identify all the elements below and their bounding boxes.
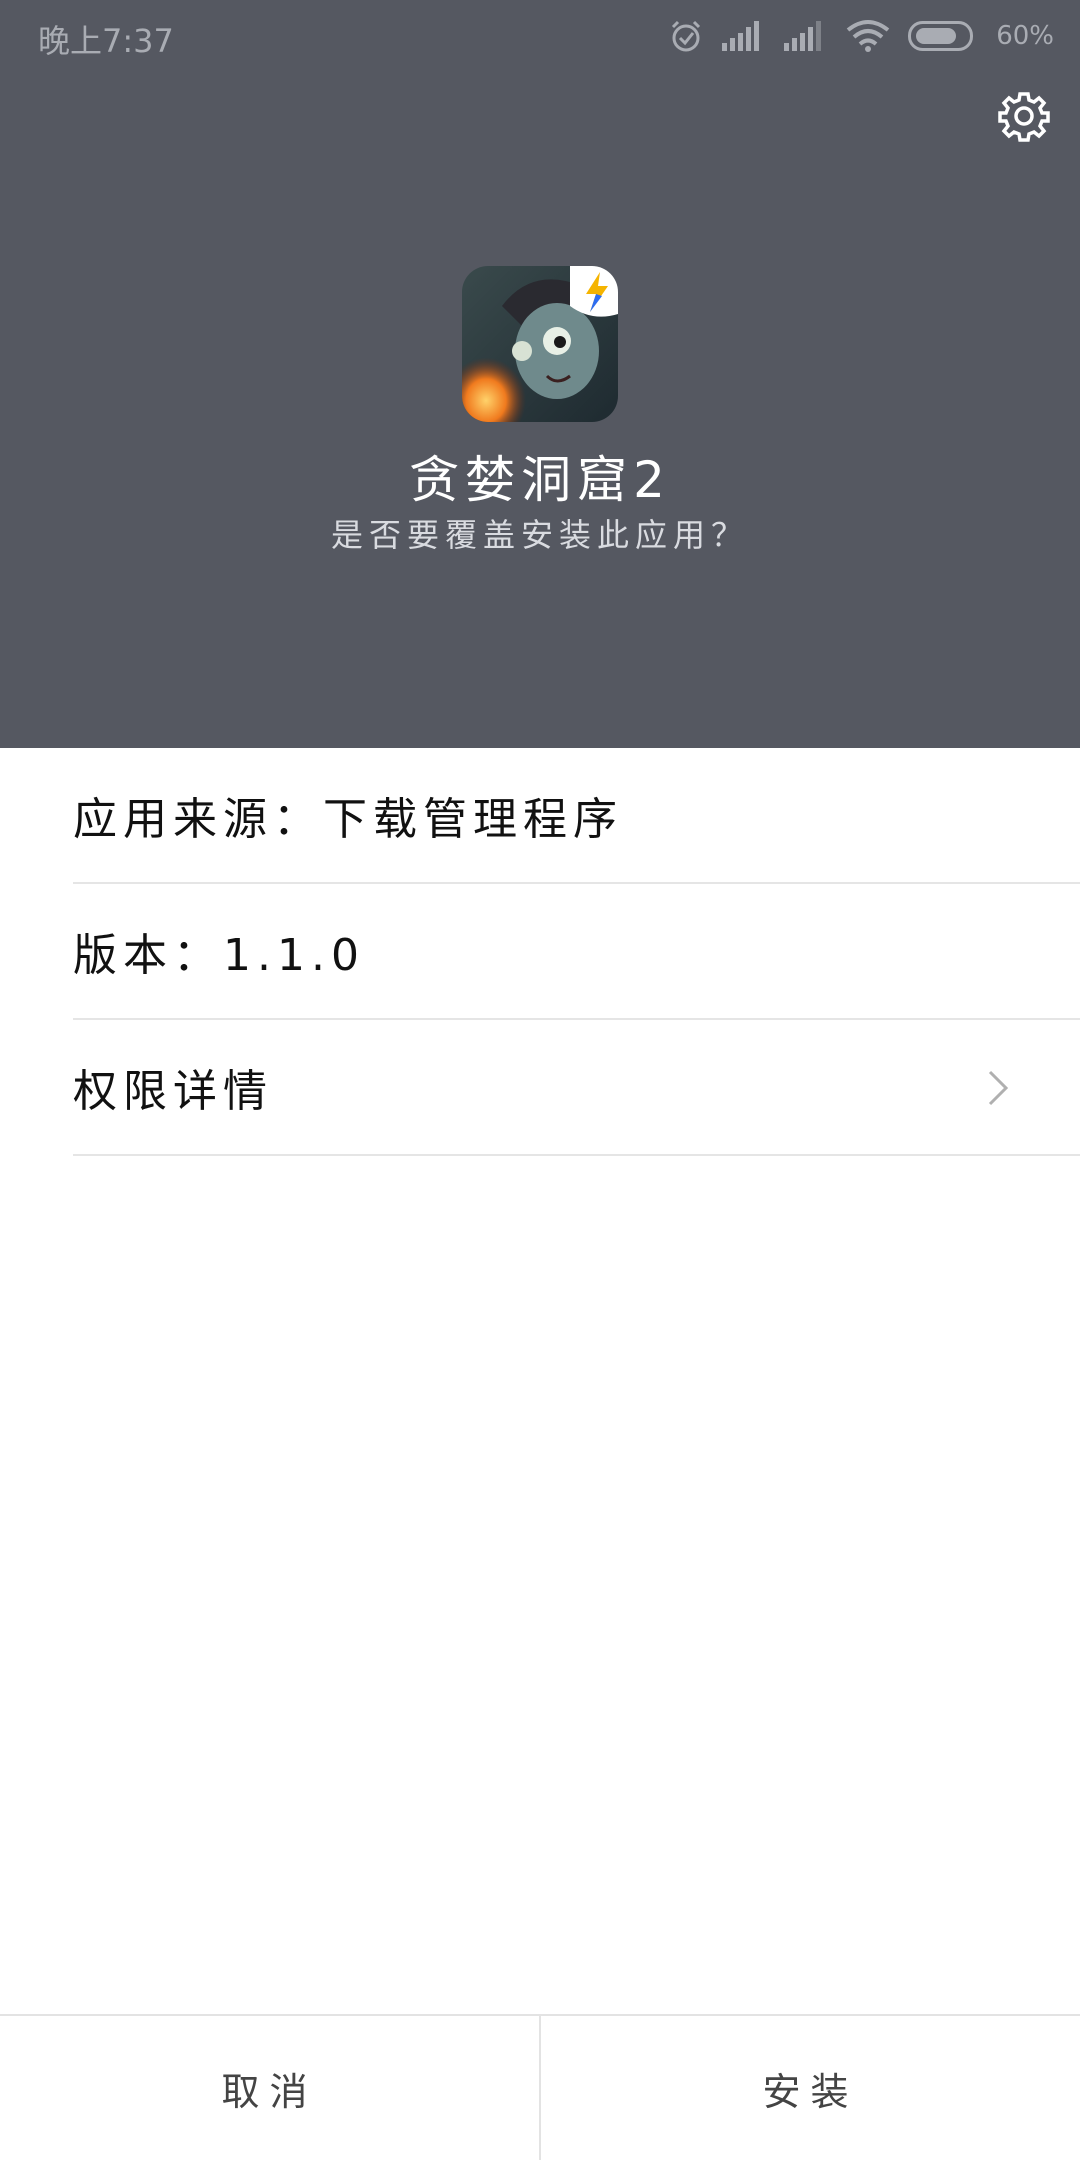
install-button[interactable]: 安装: [541, 2016, 1080, 2160]
signal-icon: [722, 21, 766, 51]
app-icon: [462, 266, 618, 422]
wifi-icon: [846, 19, 890, 53]
cancel-button[interactable]: 取消: [0, 2016, 539, 2160]
action-bar: 取消 安装: [0, 2014, 1080, 2160]
install-prompt: 是否要覆盖安装此应用？: [330, 516, 749, 554]
battery-icon: [908, 21, 976, 51]
version-text: 版本：1.1.0: [73, 930, 365, 981]
signal-icon: [784, 21, 828, 51]
status-bar: 晚上7:37 60%: [0, 0, 1080, 72]
chevron-right-icon: [986, 1068, 1010, 1108]
status-icons: 60%: [668, 16, 1054, 56]
alarm-icon: [668, 18, 704, 54]
permissions-label: 权限详情: [73, 1066, 273, 1117]
app-source-text: 应用来源：下载管理程序: [73, 794, 623, 845]
app-name: 贪婪洞窟2: [409, 451, 671, 509]
version-row: 版本：1.1.0: [73, 884, 1080, 1020]
battery-percent: 60%: [996, 21, 1054, 51]
gear-icon[interactable]: [998, 90, 1050, 142]
install-header: 晚上7:37 60% 贪婪洞窟2 是否要覆盖安装此应用？: [0, 0, 1080, 748]
app-source-row: 应用来源：下载管理程序: [73, 748, 1080, 884]
status-time: 晚上7:37: [38, 22, 174, 60]
permissions-row[interactable]: 权限详情: [73, 1020, 1080, 1156]
